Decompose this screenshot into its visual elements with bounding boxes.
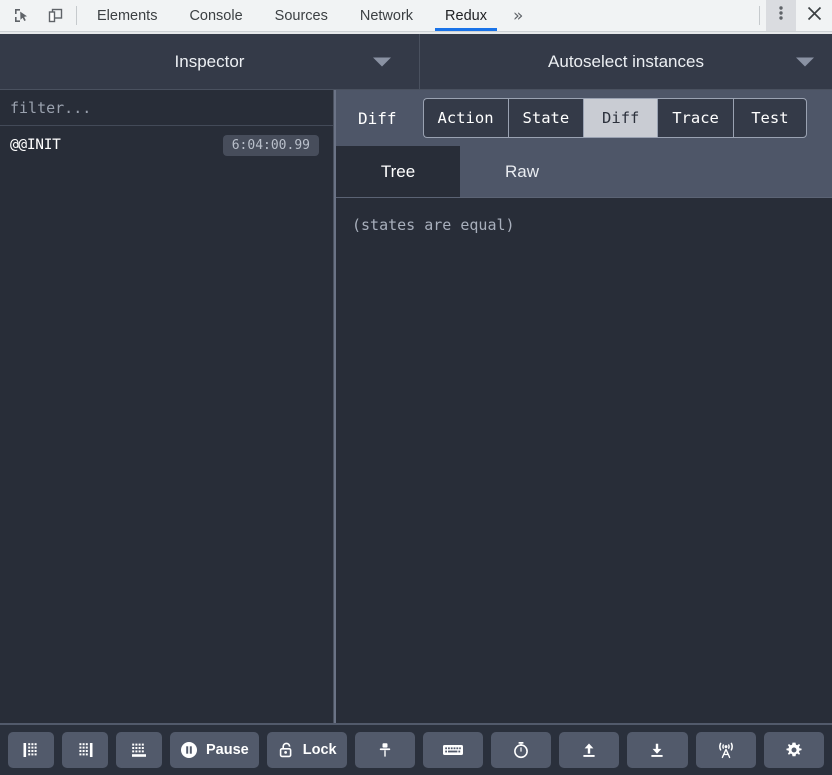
devtools-toolbar: Elements Console Sources Network Redux » [0, 0, 832, 32]
lock-icon [277, 741, 295, 759]
settings-button[interactable] [763, 732, 824, 768]
tab-state[interactable]: State [507, 98, 584, 138]
import-button[interactable] [559, 732, 620, 768]
tab-network-label: Network [359, 7, 414, 24]
keyboard-button[interactable] [422, 732, 483, 768]
action-name: @@INIT [10, 137, 61, 153]
chevron-down-icon [796, 57, 814, 66]
action-timestamp: 6:04:00.99 [222, 134, 319, 156]
redux-panel: Inspector Autoselect instances @@INIT 6:… [0, 32, 832, 775]
tab-network[interactable]: Network [344, 0, 429, 31]
broadcast-icon [715, 741, 737, 759]
pause-button[interactable]: Pause [170, 732, 259, 768]
close-devtools-button[interactable] [796, 0, 832, 31]
download-icon [648, 741, 666, 759]
tab-action-label: Action [437, 109, 494, 127]
chevron-down-icon [373, 57, 391, 66]
subtab-tree-label: Tree [380, 161, 416, 181]
tab-sources[interactable]: Sources [259, 0, 344, 31]
inspector-tabbar-title: Diff [358, 108, 397, 128]
toolbar-right-group [753, 0, 832, 31]
action-list[interactable]: @@INIT 6:04:00.99 [0, 126, 333, 723]
lock-button[interactable]: Lock [266, 732, 347, 768]
subtab-raw[interactable]: Raw [460, 146, 584, 197]
export-button[interactable] [627, 732, 688, 768]
more-options-icon [779, 5, 783, 26]
tab-test[interactable]: Test [732, 98, 807, 138]
instance-select[interactable]: Autoselect instances [420, 34, 832, 89]
devtools-window: Elements Console Sources Network Redux » [0, 0, 832, 775]
inspect-element-icon [13, 7, 30, 24]
tab-trace-label: Trace [672, 109, 719, 127]
pin-icon [376, 741, 394, 759]
lock-button-label: Lock [302, 742, 337, 758]
devtools-tabs: Elements Console Sources Network Redux » [81, 0, 753, 31]
tab-redux-label: Redux [445, 7, 487, 24]
instance-select-label: Autoselect instances [548, 51, 704, 71]
gear-icon [785, 741, 803, 759]
filter-input[interactable] [0, 90, 333, 125]
tab-trace[interactable]: Trace [657, 98, 733, 138]
remote-button[interactable] [695, 732, 756, 768]
tab-test-label: Test [751, 109, 789, 127]
toolbar-right-divider [759, 6, 760, 25]
dock-right-icon [75, 740, 95, 760]
list-item[interactable]: @@INIT 6:04:00.99 [0, 130, 333, 160]
inspector-pane: Diff Action State Diff Trace Test Tree R… [336, 90, 832, 723]
subtab-raw-label: Raw [504, 161, 539, 181]
more-tabs-button[interactable]: » [503, 0, 533, 31]
tab-diff-label: Diff [602, 109, 640, 127]
subtab-tree[interactable]: Tree [336, 146, 460, 197]
inspect-element-button[interactable] [4, 0, 38, 31]
toolbar-divider [76, 6, 77, 25]
inspector-tabbar: Diff Action State Diff Trace Test [336, 90, 832, 146]
upload-icon [580, 741, 598, 759]
tab-state-label: State [522, 109, 570, 127]
keyboard-icon [442, 742, 464, 758]
tab-console-label: Console [189, 7, 243, 24]
redux-body: @@INIT 6:04:00.99 Diff Action State Diff… [0, 90, 832, 723]
tab-action[interactable]: Action [422, 98, 508, 138]
tab-redux[interactable]: Redux [429, 0, 503, 31]
view-mode-tabs: Tree Raw [336, 146, 832, 198]
pause-button-label: Pause [206, 742, 249, 758]
stopwatch-icon [512, 741, 530, 759]
redux-header: Inspector Autoselect instances [0, 34, 832, 90]
tab-diff[interactable]: Diff [583, 98, 658, 138]
filter-row [0, 90, 333, 126]
tab-elements[interactable]: Elements [81, 0, 173, 31]
dock-left-button[interactable] [8, 732, 54, 768]
device-toolbar-icon [47, 7, 64, 24]
monitor-select[interactable]: Inspector [0, 34, 420, 89]
dock-bottom-icon [129, 740, 149, 760]
slow-motion-button[interactable] [490, 732, 552, 768]
monitor-select-label: Inspector [174, 51, 245, 71]
pause-icon [180, 741, 198, 759]
states-equal-message: (states are equal) [352, 216, 515, 234]
dock-left-icon [21, 740, 41, 760]
pin-button[interactable] [354, 732, 415, 768]
dock-bottom-button[interactable] [116, 732, 162, 768]
dock-right-button[interactable] [62, 732, 108, 768]
inspector-tab-group: Action State Diff Trace Test [422, 98, 807, 138]
device-toolbar-button[interactable] [38, 0, 72, 31]
action-list-pane: @@INIT 6:04:00.99 [0, 90, 334, 723]
close-icon [807, 6, 822, 26]
tab-console[interactable]: Console [173, 0, 258, 31]
redux-bottom-toolbar: Pause Lock [0, 723, 832, 775]
more-options-button[interactable] [766, 0, 796, 31]
tab-sources-label: Sources [274, 7, 328, 24]
tab-elements-label: Elements [97, 7, 158, 24]
diff-content: (states are equal) [336, 198, 832, 723]
